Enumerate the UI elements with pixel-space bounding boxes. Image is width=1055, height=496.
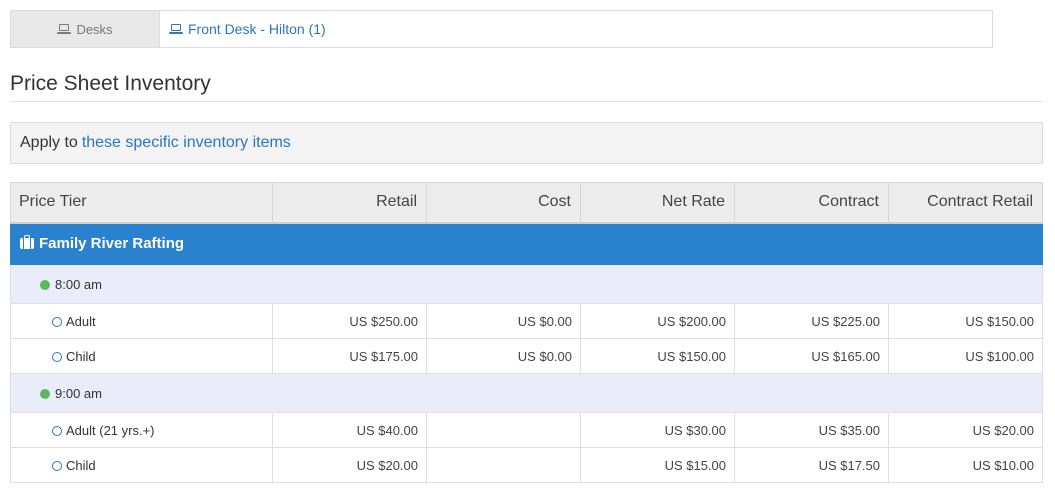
net-rate-cell: US $15.00 bbox=[580, 447, 735, 483]
title-divider bbox=[10, 101, 1043, 102]
circle-outline-icon bbox=[52, 351, 62, 362]
net-rate-cell: US $150.00 bbox=[580, 338, 735, 374]
retail-cell: US $20.00 bbox=[272, 447, 427, 483]
laptop-icon bbox=[57, 24, 72, 34]
time-slot-label: 8:00 am bbox=[55, 276, 102, 292]
contract-cell: US $17.50 bbox=[734, 447, 889, 483]
contract-retail-cell: US $20.00 bbox=[888, 412, 1043, 448]
tier-name: Adult bbox=[66, 313, 96, 329]
product-row: Family River Rafting bbox=[10, 222, 1043, 265]
page-title: Price Sheet Inventory bbox=[10, 72, 211, 95]
retail-cell: US $40.00 bbox=[272, 412, 427, 448]
time-slot-row: 9:00 am bbox=[10, 373, 1043, 413]
circle-outline-icon bbox=[52, 425, 62, 436]
contract-retail-cell: US $150.00 bbox=[888, 303, 1043, 339]
cost-cell bbox=[426, 447, 581, 483]
tier-name: Adult (21 yrs.+) bbox=[66, 422, 155, 438]
front-desk-link-text[interactable]: Front Desk - Hilton (1) bbox=[188, 21, 326, 37]
cost-cell: US $0.00 bbox=[426, 338, 581, 374]
net-rate-cell: US $30.00 bbox=[580, 412, 735, 448]
time-slot-cell: 9:00 am bbox=[10, 373, 1043, 413]
cost-cell: US $0.00 bbox=[426, 303, 581, 339]
tier-name: Child bbox=[66, 348, 96, 364]
product-name: Family River Rafting bbox=[39, 235, 185, 253]
specific-inventory-link[interactable]: these specific inventory items bbox=[82, 134, 291, 152]
retail-cell: US $175.00 bbox=[272, 338, 427, 374]
net-rate-cell: US $200.00 bbox=[580, 303, 735, 339]
price-tier-table: Price Tier Retail Cost Net Rate Contract… bbox=[10, 182, 1043, 483]
time-slot-cell: 8:00 am bbox=[10, 264, 1043, 304]
filled-circle-icon bbox=[40, 279, 50, 290]
contract-retail-cell: US $100.00 bbox=[888, 338, 1043, 374]
header-contract-retail: Contract Retail bbox=[888, 182, 1043, 224]
table-row: Child US $175.00 US $0.00 US $150.00 US … bbox=[10, 338, 1043, 374]
front-desk-link[interactable]: Front Desk - Hilton (1) bbox=[160, 11, 992, 47]
header-cost: Cost bbox=[426, 182, 581, 224]
header-retail: Retail bbox=[272, 182, 427, 224]
desks-label-text: Desks bbox=[76, 21, 113, 37]
table-row: Adult US $250.00 US $0.00 US $200.00 US … bbox=[10, 303, 1043, 339]
tier-name: Child bbox=[66, 457, 96, 473]
desks-label: Desks bbox=[11, 11, 160, 47]
tier-name-cell: Child bbox=[10, 447, 273, 483]
table-row: Adult (21 yrs.+) US $40.00 US $30.00 US … bbox=[10, 412, 1043, 448]
tier-name-cell: Adult (21 yrs.+) bbox=[10, 412, 273, 448]
tier-name-cell: Child bbox=[10, 338, 273, 374]
table-header-row: Price Tier Retail Cost Net Rate Contract… bbox=[10, 182, 1043, 224]
contract-cell: US $35.00 bbox=[734, 412, 889, 448]
contract-cell: US $165.00 bbox=[734, 338, 889, 374]
desk-selector-bar: Desks Front Desk - Hilton (1) bbox=[10, 10, 993, 48]
circle-outline-icon bbox=[52, 316, 62, 327]
header-contract: Contract bbox=[734, 182, 889, 224]
header-price-tier: Price Tier bbox=[10, 182, 273, 224]
table-row: Child US $20.00 US $15.00 US $17.50 US $… bbox=[10, 447, 1043, 483]
apply-to-bar: Apply to these specific inventory items bbox=[10, 122, 1043, 164]
header-net-rate: Net Rate bbox=[580, 182, 735, 224]
circle-outline-icon bbox=[52, 460, 62, 471]
cost-cell bbox=[426, 412, 581, 448]
apply-prefix: Apply to bbox=[20, 134, 78, 151]
contract-cell: US $225.00 bbox=[734, 303, 889, 339]
time-slot-label: 9:00 am bbox=[55, 385, 102, 401]
time-slot-row: 8:00 am bbox=[10, 264, 1043, 304]
briefcase-icon bbox=[20, 235, 34, 250]
contract-retail-cell: US $10.00 bbox=[888, 447, 1043, 483]
laptop-icon bbox=[169, 24, 183, 34]
tier-name-cell: Adult bbox=[10, 303, 273, 339]
filled-circle-icon bbox=[40, 388, 50, 399]
product-cell: Family River Rafting bbox=[10, 222, 1043, 265]
retail-cell: US $250.00 bbox=[272, 303, 427, 339]
